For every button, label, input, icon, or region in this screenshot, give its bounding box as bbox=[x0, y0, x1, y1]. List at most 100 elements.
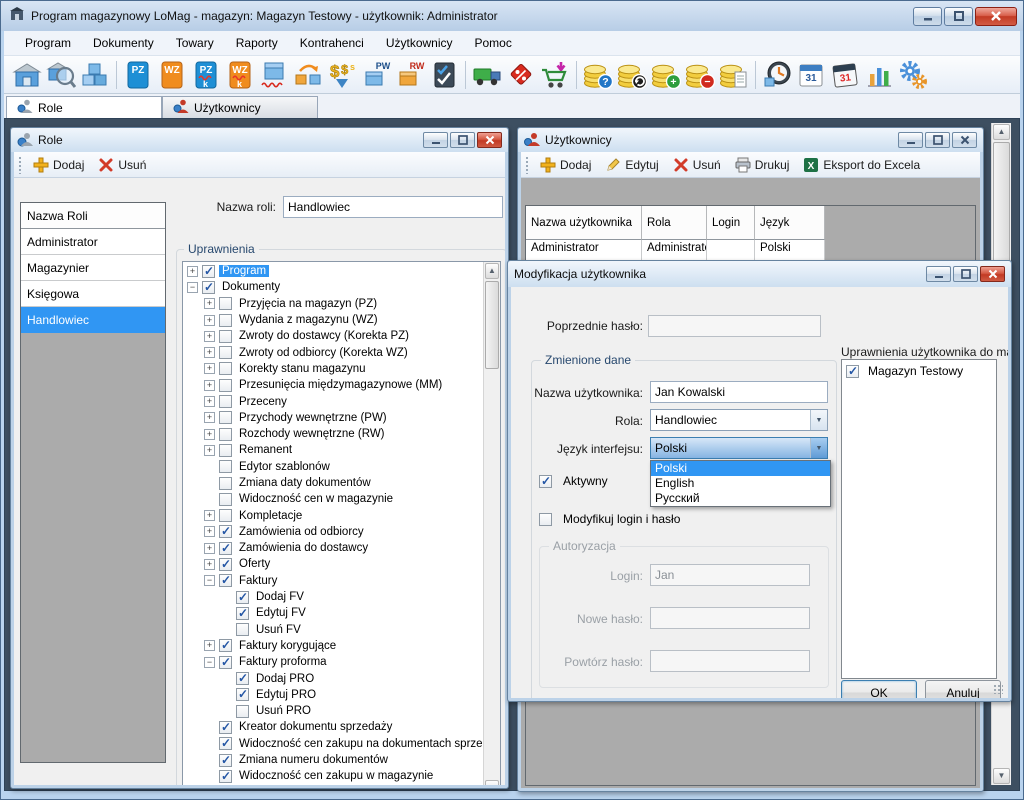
column-header-jezyk[interactable]: Język bbox=[755, 206, 825, 240]
tree-item[interactable]: Usuń PRO bbox=[183, 703, 483, 719]
dialog-maximize-button[interactable] bbox=[953, 266, 978, 282]
expand-toggle[interactable]: + bbox=[204, 445, 215, 456]
tree-scroll-up[interactable]: ▲ bbox=[485, 263, 499, 279]
dialog-resize-grip[interactable] bbox=[993, 684, 1003, 694]
doc-wz-icon[interactable]: WZ bbox=[155, 58, 189, 92]
tree-item-label[interactable]: Dokumenty bbox=[219, 281, 283, 293]
dialog-minimize-button[interactable] bbox=[926, 266, 951, 282]
dodaj-button[interactable]: Dodaj bbox=[27, 154, 90, 176]
menu-item-dokumenty[interactable]: Dokumenty bbox=[82, 32, 165, 54]
tab-uzytkownicy[interactable]: Użytkownicy bbox=[162, 96, 318, 118]
expand-toggle[interactable]: + bbox=[204, 315, 215, 326]
menu-item-raporty[interactable]: Raporty bbox=[225, 32, 289, 54]
expand-toggle[interactable]: − bbox=[204, 657, 215, 668]
users-window-close-button[interactable] bbox=[952, 132, 977, 148]
drukuj-button[interactable]: Drukuj bbox=[729, 154, 796, 176]
tree-item-label[interactable]: Zmiana numeru dokumentów bbox=[236, 754, 391, 766]
tree-item[interactable]: Widoczność cen zakupu w magazynie bbox=[183, 768, 483, 784]
tree-item-label[interactable]: Usuń FV bbox=[253, 624, 304, 636]
tree-checkbox[interactable] bbox=[219, 754, 232, 767]
column-header-nazwa-uzytkownika[interactable]: Nazwa użytkownika bbox=[526, 206, 642, 240]
tree-checkbox[interactable] bbox=[219, 346, 232, 359]
eksport-do-excela-button[interactable]: XEksport do Excela bbox=[797, 154, 926, 176]
username-input[interactable] bbox=[650, 381, 828, 403]
internal-income-icon[interactable]: PW bbox=[359, 58, 393, 92]
language-option-english[interactable]: English bbox=[651, 476, 830, 491]
expand-toggle[interactable]: − bbox=[204, 575, 215, 586]
tree-item[interactable]: +Korekty stanu magazynu bbox=[183, 361, 483, 377]
role-list-item-handlowiec[interactable]: Handlowiec bbox=[21, 307, 165, 333]
tree-item-label[interactable]: Usuń PRO bbox=[253, 705, 314, 717]
calendar-red-icon[interactable]: 31 bbox=[828, 58, 862, 92]
warehouse-item[interactable]: Magazyn Testowy bbox=[842, 360, 996, 378]
language-option-polski[interactable]: Polski bbox=[651, 461, 830, 476]
tree-checkbox[interactable] bbox=[219, 558, 232, 571]
tree-item[interactable]: +Program bbox=[183, 263, 483, 279]
warehouse-transfer-icon[interactable] bbox=[291, 58, 325, 92]
tree-item-label[interactable]: Korekty stanu magazynu bbox=[236, 363, 369, 375]
tree-item-label[interactable]: Program bbox=[219, 265, 269, 277]
tree-item[interactable]: Edytor szablonów bbox=[183, 459, 483, 475]
settings-gears-icon[interactable] bbox=[896, 58, 930, 92]
expand-toggle[interactable]: + bbox=[204, 429, 215, 440]
expand-toggle[interactable]: + bbox=[204, 298, 215, 309]
expand-toggle[interactable]: + bbox=[204, 412, 215, 423]
tree-item-label[interactable]: Oferty bbox=[236, 558, 273, 570]
tree-checkbox[interactable] bbox=[236, 705, 249, 718]
coins-question-icon[interactable]: ? bbox=[581, 58, 615, 92]
tree-item-label[interactable]: Edytor szablonów bbox=[236, 461, 333, 473]
tree-item[interactable]: Zmiana daty dokumentów bbox=[183, 475, 483, 491]
tree-item[interactable]: Kreator zamówień do dostawcy bbox=[183, 785, 483, 786]
tree-item[interactable]: −Faktury proforma bbox=[183, 654, 483, 670]
menu-item-kontrahenci[interactable]: Kontrahenci bbox=[289, 32, 375, 54]
table-row[interactable]: AdministratorAdministratorPolski bbox=[526, 240, 975, 262]
tree-item[interactable]: Widoczność cen zakupu na dokumentach spr… bbox=[183, 736, 483, 752]
window-close-button[interactable] bbox=[975, 7, 1017, 26]
tree-item-label[interactable]: Zamówienia do dostawcy bbox=[236, 542, 371, 554]
tree-item-label[interactable]: Widoczność cen zakupu na dokumentach spr… bbox=[236, 738, 483, 750]
language-combobox[interactable]: Polski ▼ bbox=[650, 437, 828, 459]
tree-checkbox[interactable] bbox=[236, 672, 249, 685]
role-name-input[interactable] bbox=[283, 196, 503, 218]
expand-toggle[interactable]: + bbox=[204, 543, 215, 554]
tree-checkbox[interactable] bbox=[219, 737, 232, 750]
tree-item[interactable]: Usuń FV bbox=[183, 622, 483, 638]
role-window-maximize-button[interactable] bbox=[450, 132, 475, 148]
mdi-scroll-up[interactable]: ▲ bbox=[993, 124, 1010, 140]
tree-checkbox[interactable] bbox=[219, 525, 232, 538]
users-window-maximize-button[interactable] bbox=[925, 132, 950, 148]
language-option-[interactable]: Русский bbox=[651, 491, 830, 506]
tree-item-label[interactable]: Kreator dokumentu sprzedaży bbox=[236, 721, 395, 733]
tree-checkbox[interactable] bbox=[236, 607, 249, 620]
tree-item[interactable]: +Rozchody wewnętrzne (RW) bbox=[183, 426, 483, 442]
tree-checkbox[interactable] bbox=[202, 265, 215, 278]
tree-checkbox[interactable] bbox=[219, 542, 232, 555]
tree-item[interactable]: Edytuj FV bbox=[183, 605, 483, 621]
modify-login-checkbox[interactable] bbox=[539, 513, 552, 526]
active-checkbox[interactable] bbox=[539, 475, 552, 488]
ok-button[interactable]: OK bbox=[841, 680, 917, 698]
tree-item-label[interactable]: Przyjęcia na magazyn (PZ) bbox=[236, 298, 380, 310]
role-window-minimize-button[interactable] bbox=[423, 132, 448, 148]
tree-item[interactable]: Dodaj FV bbox=[183, 589, 483, 605]
tree-item[interactable]: +Zamówienia od odbiorcy bbox=[183, 524, 483, 540]
expand-toggle[interactable]: + bbox=[204, 559, 215, 570]
tree-checkbox[interactable] bbox=[219, 444, 232, 457]
doc-pz-icon[interactable]: PZ bbox=[121, 58, 155, 92]
coins-add-icon[interactable]: + bbox=[649, 58, 683, 92]
tree-item[interactable]: +Zwroty do dostawcy (Korekta PZ) bbox=[183, 328, 483, 344]
stock-correction-icon[interactable] bbox=[257, 58, 291, 92]
expand-toggle[interactable]: + bbox=[204, 640, 215, 651]
tree-item[interactable]: +Zwroty od odbiorcy (Korekta WZ) bbox=[183, 344, 483, 360]
doc-pz-correction-icon[interactable]: PZk bbox=[189, 58, 223, 92]
menu-item-towary[interactable]: Towary bbox=[165, 32, 225, 54]
expand-toggle[interactable]: + bbox=[204, 396, 215, 407]
role-list-item-magazynier[interactable]: Magazynier bbox=[21, 255, 165, 281]
statistics-chart-icon[interactable] bbox=[862, 58, 896, 92]
warehouse-checkbox[interactable] bbox=[846, 365, 859, 378]
menu-item-program[interactable]: Program bbox=[14, 32, 82, 54]
expand-toggle[interactable]: + bbox=[204, 331, 215, 342]
tree-checkbox[interactable] bbox=[219, 493, 232, 506]
tree-checkbox[interactable] bbox=[219, 314, 232, 327]
dialog-close-button[interactable] bbox=[980, 266, 1005, 282]
